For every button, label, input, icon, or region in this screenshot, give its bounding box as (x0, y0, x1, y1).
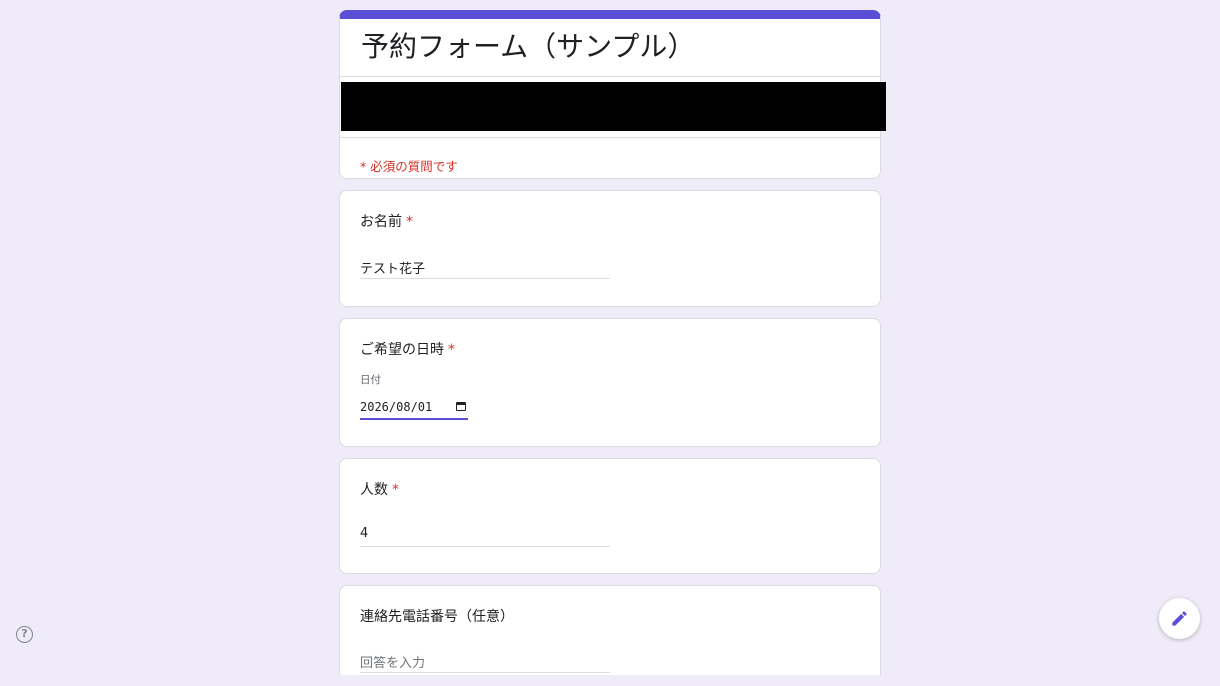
name-input[interactable]: テスト花子 (360, 258, 610, 279)
form-container: 予約フォーム（サンプル） * 必須の質問です お名前 * テスト花子 ご希望の日時… (339, 10, 886, 686)
date-value: 2026/08/01 (360, 400, 433, 414)
question-card-date: ご希望の日時 * 日付 2026/08/01 (339, 318, 881, 447)
redacted-description (341, 82, 886, 131)
question-card-name: お名前 * テスト花子 (339, 190, 881, 307)
form-title: 予約フォーム（サンプル） (361, 30, 696, 63)
question-label: お名前 * (360, 214, 413, 230)
header-divider (340, 137, 880, 138)
help-icon[interactable]: ? (16, 626, 33, 643)
date-input[interactable]: 2026/08/01 (360, 398, 468, 420)
required-star: * (392, 482, 399, 498)
header-divider (340, 76, 880, 77)
question-label: 連絡先電話番号（任意） (360, 609, 514, 625)
edit-button[interactable] (1159, 598, 1200, 639)
required-star: * (406, 214, 413, 230)
people-input[interactable]: 4 (360, 526, 610, 547)
required-note: * 必須の質問です (360, 159, 458, 174)
question-card-phone: 連絡先電話番号（任意） 回答を入力 (339, 585, 881, 675)
phone-input[interactable]: 回答を入力 (360, 652, 610, 673)
question-card-people: 人数 * 4 (339, 458, 881, 574)
form-header-card: 予約フォーム（サンプル） * 必須の質問です (339, 10, 886, 179)
calendar-icon[interactable] (456, 402, 466, 411)
question-label: ご希望の日時 * (360, 342, 455, 358)
required-star: * (448, 342, 455, 358)
date-sublabel: 日付 (360, 374, 381, 386)
pencil-icon (1172, 611, 1187, 626)
question-label: 人数 * (360, 482, 399, 498)
